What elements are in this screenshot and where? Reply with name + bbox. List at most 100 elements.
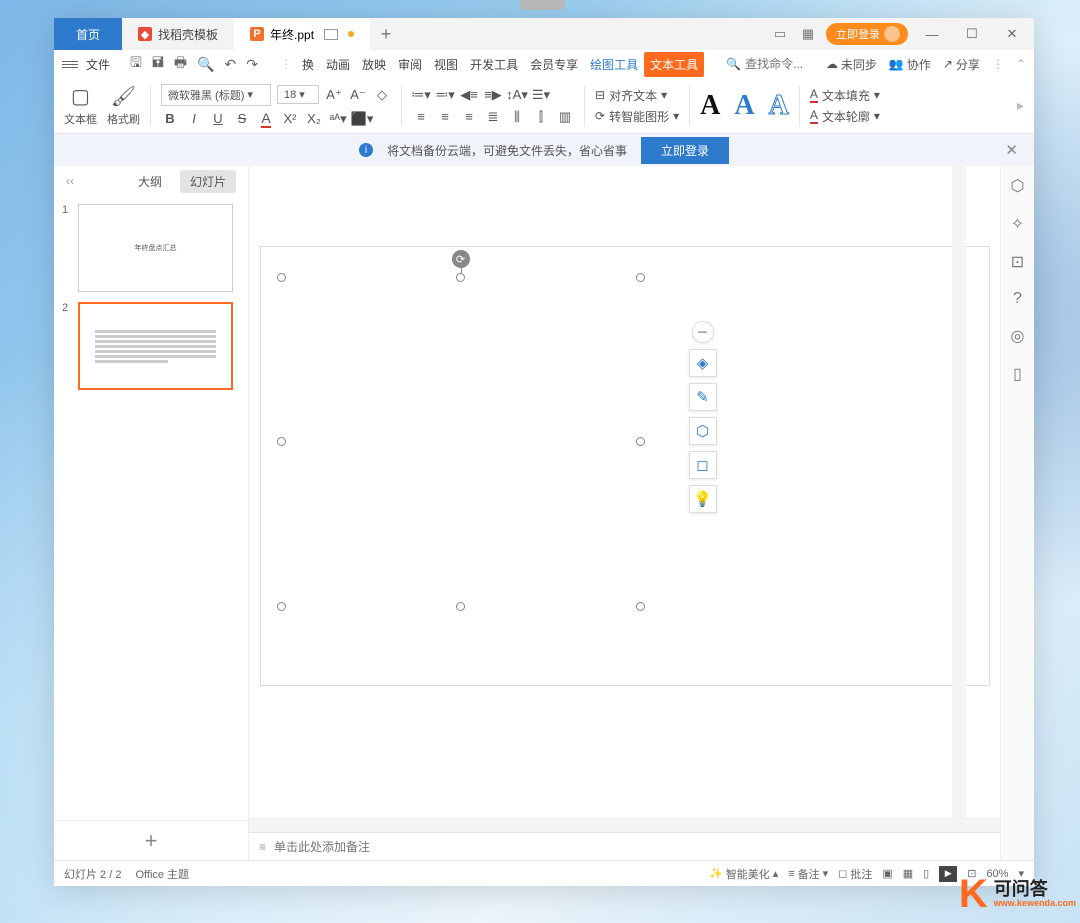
- sub-button[interactable]: X₂: [305, 110, 323, 128]
- banner-close-button[interactable]: ✕: [1005, 141, 1018, 159]
- ribbon-tab[interactable]: 视图: [428, 52, 464, 77]
- size-select[interactable]: 18▾: [277, 85, 319, 104]
- slides-tab[interactable]: 幻灯片: [180, 170, 236, 193]
- change-case-button[interactable]: ᵃᴬ▾: [329, 110, 347, 128]
- style-a2[interactable]: A: [734, 90, 754, 122]
- slide-thumbnail-1[interactable]: 年终盘点汇总: [78, 204, 233, 292]
- command-search[interactable]: 🔍: [726, 57, 815, 71]
- align-right-button[interactable]: ≡: [460, 108, 478, 126]
- tab-home[interactable]: 首页: [54, 18, 122, 50]
- layers-button[interactable]: ◈: [689, 349, 717, 377]
- text-outline-button[interactable]: A文本轮廓▾: [810, 108, 880, 125]
- line-spacing-button[interactable]: ⫿: [532, 108, 550, 126]
- text-direction-button[interactable]: ↕A▾: [508, 86, 526, 104]
- idea-button[interactable]: 💡: [689, 485, 717, 513]
- beautify-button[interactable]: ✨智能美化▴: [709, 866, 778, 882]
- resize-handle-ml[interactable]: [277, 437, 286, 446]
- ribbon-tab-draw[interactable]: 绘图工具: [584, 52, 644, 77]
- search-input[interactable]: [745, 57, 815, 71]
- grid-icon[interactable]: ▦: [798, 24, 818, 44]
- ribbon-tab[interactable]: 放映: [356, 52, 392, 77]
- style-a3[interactable]: A: [769, 90, 789, 122]
- add-slide-button[interactable]: +: [54, 820, 248, 860]
- ribbon-tab-text[interactable]: 文本工具: [644, 52, 704, 77]
- notes-toggle[interactable]: ≡备注▾: [788, 866, 828, 882]
- ribbon-scroll-icon[interactable]: ▸: [1017, 97, 1024, 114]
- bold-button[interactable]: B: [161, 110, 179, 128]
- presentation-mode-icon[interactable]: [324, 29, 338, 40]
- increase-font-icon[interactable]: A⁺: [325, 86, 343, 104]
- slide-canvas[interactable]: ⟳ − ◈ ✎ ⬡ ◻: [260, 246, 990, 686]
- rail-location-icon[interactable]: ◎: [1011, 326, 1025, 346]
- text-fill-button[interactable]: A文本填充▾: [810, 87, 880, 104]
- font-select[interactable]: 微软雅黑 (标题)▾: [161, 84, 271, 106]
- view-normal-icon[interactable]: ▣: [882, 867, 892, 880]
- resize-handle-bl[interactable]: [277, 602, 286, 611]
- ribbon-tab[interactable]: 换: [296, 52, 320, 77]
- view-reading-icon[interactable]: ▯: [923, 867, 929, 880]
- slideshow-button[interactable]: ▶: [939, 866, 957, 882]
- login-button[interactable]: 立即登录: [826, 23, 908, 45]
- indent-left-button[interactable]: ◀≡: [460, 86, 478, 104]
- maximize-button[interactable]: ☐: [956, 20, 988, 48]
- collab-button[interactable]: 👥协作: [889, 56, 931, 73]
- bullets-button[interactable]: ≔▾: [412, 86, 430, 104]
- comments-toggle[interactable]: ◻批注: [838, 866, 872, 882]
- indent-right-button[interactable]: ≡▶: [484, 86, 502, 104]
- collapse-panel-icon[interactable]: ‹‹: [66, 174, 74, 188]
- style-a1[interactable]: A: [700, 90, 720, 122]
- more-icon[interactable]: ⋮: [992, 57, 1004, 71]
- vertical-scrollbar[interactable]: [952, 166, 966, 818]
- view-sorter-icon[interactable]: ▦: [903, 867, 913, 880]
- textbox-tool[interactable]: ▢ 文本框: [64, 84, 97, 127]
- collapse-tools-button[interactable]: −: [692, 321, 714, 343]
- preview-icon[interactable]: 🔍: [197, 56, 214, 73]
- rail-layout-icon[interactable]: ⊡: [1011, 252, 1024, 272]
- highlight-button[interactable]: ⬛▾: [353, 110, 371, 128]
- resize-handle-br[interactable]: [636, 602, 645, 611]
- rail-design-icon[interactable]: ⬡: [1011, 176, 1025, 196]
- shadow-tool-button[interactable]: ◻: [689, 451, 717, 479]
- distribute-button[interactable]: ⫼: [508, 108, 526, 126]
- align-text-button[interactable]: ⊟对齐文本▾: [595, 87, 679, 104]
- font-color-button[interactable]: A: [257, 110, 275, 128]
- clear-format-icon[interactable]: ◇: [373, 86, 391, 104]
- super-button[interactable]: X²: [281, 110, 299, 128]
- sync-status[interactable]: ☁未同步: [826, 56, 877, 73]
- spacing-button[interactable]: ☰▾: [532, 86, 550, 104]
- ribbon-tab[interactable]: 动画: [320, 52, 356, 77]
- tab-document[interactable]: P 年终.ppt: [234, 18, 370, 50]
- rail-help-icon[interactable]: ?: [1013, 290, 1022, 308]
- outline-tab[interactable]: 大纲: [128, 170, 172, 193]
- decrease-font-icon[interactable]: A⁻: [349, 86, 367, 104]
- resize-handle-tm[interactable]: [456, 273, 465, 282]
- banner-login-button[interactable]: 立即登录: [641, 137, 729, 164]
- saveas-icon[interactable]: 🖬: [152, 52, 164, 76]
- canvas-scroll[interactable]: ⟳ − ◈ ✎ ⬡ ◻: [249, 166, 1000, 818]
- menu-icon[interactable]: [62, 61, 78, 68]
- resize-handle-tr[interactable]: [636, 273, 645, 282]
- resize-handle-bm[interactable]: [456, 602, 465, 611]
- underline-button[interactable]: U: [209, 110, 227, 128]
- selected-textbox[interactable]: ⟳ − ◈ ✎ ⬡ ◻: [281, 277, 641, 607]
- new-tab-button[interactable]: +: [370, 18, 402, 50]
- brush-tool-button[interactable]: ✎: [689, 383, 717, 411]
- layout-icon[interactable]: ▭: [770, 24, 790, 44]
- italic-button[interactable]: I: [185, 110, 203, 128]
- print-icon[interactable]: 🖶: [174, 52, 187, 76]
- ribbon-tab[interactable]: 会员专享: [524, 52, 584, 77]
- ribbon-tab[interactable]: 审阅: [392, 52, 428, 77]
- resize-handle-mr[interactable]: [636, 437, 645, 446]
- format-painter-tool[interactable]: 🖌 格式刷: [107, 84, 140, 127]
- strike-button[interactable]: S: [233, 110, 251, 128]
- rail-star-icon[interactable]: ✧: [1011, 214, 1024, 234]
- save-icon[interactable]: 🖫: [130, 52, 142, 76]
- tab-templates[interactable]: ◆ 找稻壳模板: [122, 18, 234, 50]
- rotate-handle[interactable]: ⟳: [452, 250, 470, 268]
- align-left-button[interactable]: ≡: [412, 108, 430, 126]
- rail-book-icon[interactable]: ▯: [1013, 364, 1022, 384]
- undo-icon[interactable]: ↶: [225, 56, 237, 73]
- align-justify-button[interactable]: ≣: [484, 108, 502, 126]
- window-drag-handle[interactable]: [520, 0, 565, 10]
- share-button[interactable]: ↗分享: [943, 56, 980, 73]
